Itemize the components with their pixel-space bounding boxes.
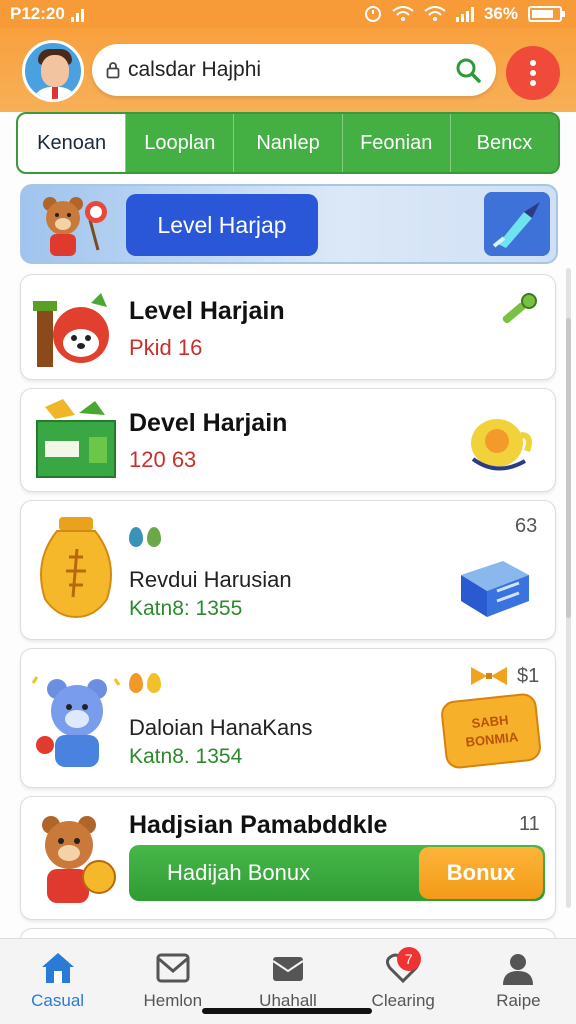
category-tabs: Kenoan Looplan Nanlep Feonian Bencx [16,112,560,174]
nav-label: Clearing [371,991,435,1010]
bonus-progress-bar[interactable]: Hadijah Bonux Bonux [129,845,545,901]
wifi-icon [392,6,414,21]
card-count: 11 [519,813,540,835]
card-name: Revdui Harusian [129,567,292,592]
tab-looplan[interactable]: Looplan [125,114,233,172]
level-banner[interactable]: Level Harjap [20,184,558,264]
tea-kettle-icon[interactable] [463,401,533,475]
battery-fill [532,10,553,18]
search-icon[interactable] [454,56,482,84]
bonus-button[interactable]: Bonux [419,847,543,899]
banner-level-button[interactable]: Level Harjap [126,194,318,256]
nav-item-casual[interactable]: Casual [0,939,115,1024]
bonus-bar-label: Hadijah Bonux [167,860,311,885]
nav-label: Casual [31,991,85,1010]
bonus-card[interactable]: Hadjsian Pamabddkle 11 Hadijah Bonux Bon… [20,796,556,920]
card-subtitle: Pkid 16 [129,335,203,360]
home-icon [41,953,74,983]
scrollbar-thumb[interactable] [566,318,571,618]
card-name: Daloian HanaKans [129,715,313,740]
level-card-4[interactable]: $1 Daloian HanaKans Katn8. 1354 SABH BON… [20,648,556,788]
status-left: P12:20 [10,4,84,24]
battery-icon [528,6,565,22]
bonus-badge[interactable]: SABH BONMIA [439,692,543,770]
potion-icon [147,527,161,547]
avatar-face [41,55,69,87]
level-card-2[interactable]: Devel Harjain 120 63 [20,388,556,492]
blue-bear-icon [31,676,121,767]
level-card-1[interactable]: Level Harjain Pkid 16 [20,274,556,380]
card-price: $1 [517,665,540,687]
status-right: 36% [364,4,565,24]
notification-badge: 7 [396,947,421,971]
potion-icons [129,527,161,547]
bear-cookie-icon [42,816,116,903]
wifi-icon-secondary [424,6,446,21]
hammer-icon[interactable] [495,291,539,331]
tab-feonian[interactable]: Feonian [341,114,450,172]
nav-item-raipe[interactable]: Raipe [461,939,576,1024]
bow-tie-icon [471,667,507,685]
nav-label: Hemlon [143,991,203,1010]
menu-dot [530,80,536,86]
card-stat: Katn8: 1355 [129,597,243,620]
gem-icons [129,673,161,693]
status-time: P12:20 [10,4,65,23]
alarm-icon [364,6,381,22]
card-title: Level Harjain [129,297,285,325]
level-card-3[interactable]: 63 Revdui Harusian Katn8: 1355 [20,500,556,640]
card-title: Hadjsian Pamabddkle [129,811,388,839]
nav-label: Raipe [496,991,541,1010]
tab-kenoan[interactable]: Kenoan [18,114,126,172]
home-indicator[interactable] [202,1008,372,1014]
coin-bag-icon [40,517,112,619]
gem-icon [129,673,143,693]
avatar-tie [52,87,58,99]
app-header [0,28,576,112]
card-title: Devel Harjain [129,409,288,437]
mail-icon [156,953,190,983]
menu-dot [530,70,536,76]
battery-percent: 36% [483,4,518,23]
bear-mascot-icon [43,197,107,256]
scrollbar[interactable] [566,268,571,908]
avatar[interactable] [22,40,84,102]
crystal-sword-icon [484,192,550,256]
search-bar[interactable] [92,44,496,96]
status-bar: P12:20 36% [0,0,576,28]
card-count: 63 [515,515,538,537]
shopping-box-icon [36,399,116,478]
menu-dot [530,60,536,66]
gem-icon [147,673,161,693]
cellular-icon [455,6,474,22]
card-subtitle: 120 63 [129,447,197,472]
inbox-icon [272,957,304,981]
potion-icon [129,527,143,547]
lock-icon [106,62,120,79]
treasure-bear-icon [33,293,109,367]
more-menu-button[interactable] [506,46,560,100]
card-stat: Katn8. 1354 [129,745,243,768]
profile-icon [503,954,534,985]
tab-bencx[interactable]: Bencx [449,114,558,172]
search-input[interactable] [128,58,454,82]
signal-icon [70,6,84,22]
blue-crate-icon[interactable] [457,557,533,619]
tab-nanlep[interactable]: Nanlep [233,114,341,172]
